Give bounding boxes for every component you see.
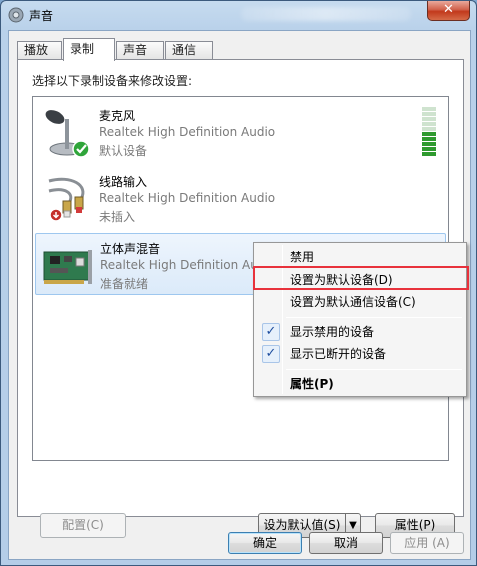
meter-segment [422,142,436,146]
menu-separator [286,317,462,318]
device-status: 未插入 [99,210,136,224]
meter-segment [422,137,436,141]
menu-item-properties[interactable]: 属性(P) [256,373,464,395]
device-name: 立体声混音 [100,242,161,256]
microphone-icon [45,110,90,158]
menu-item-set-default-communication-device[interactable]: 设置为默认通信设备(C) [256,291,464,313]
menu-item-disable[interactable]: 禁用 [256,246,464,268]
instruction-text: 选择以下录制设备来修改设置: [32,74,193,88]
menu-item-label: 禁用 [290,250,315,264]
tab-sounds[interactable]: 声音 [116,41,164,60]
meter-segment [422,132,436,136]
meter-segment [422,147,436,151]
meter-segment [422,152,436,156]
title-bar[interactable]: 声音 ✕ [1,1,476,29]
tab-recording[interactable]: 录制 [63,38,115,61]
checkmark-icon: ✓ [262,345,280,363]
tab-communications[interactable]: 通信 [165,41,213,60]
annotation-highlight-box [253,266,469,290]
level-meter [422,107,436,156]
blurred-title-region [241,7,411,21]
set-default-label: 设为默认值(S) [263,518,341,532]
ok-button[interactable]: 确定 [228,532,302,554]
tab-playback[interactable]: 播放 [17,41,62,60]
menu-item-label: 显示禁用的设备 [290,325,375,339]
device-item-microphone[interactable]: 麦克风 Realtek High Definition Audio 默认设备 [35,101,446,163]
sound-card-icon [43,250,92,284]
meter-segment [422,122,436,126]
meter-segment [422,117,436,121]
menu-item-show-disconnected-devices[interactable]: ✓ 显示已断开的设备 [256,343,464,365]
menu-item-label: 属性(P) [290,377,334,391]
cancel-button[interactable]: 取消 [309,532,383,554]
device-item-line-in[interactable]: 线路输入 Realtek High Definition Audio 未插入 [35,167,446,229]
line-in-cable-icon [48,177,85,222]
device-status: 准备就绪 [100,277,149,291]
meter-segment [422,107,436,111]
meter-segment [422,112,436,116]
speaker-icon [8,7,24,23]
close-button[interactable]: ✕ [427,1,470,21]
device-description: Realtek High Definition Audio [99,191,276,205]
configure-button[interactable]: 配置(C) [40,513,126,538]
device-description: Realtek High Definition Audio [100,258,277,272]
meter-segment [422,127,436,131]
window-title: 声音 [29,9,54,23]
checkmark-icon: ✓ [262,323,280,341]
apply-button[interactable]: 应用 (A) [390,532,464,554]
device-name: 线路输入 [99,175,148,189]
device-description: Realtek High Definition Audio [99,125,276,139]
menu-item-label: 设置为默认通信设备(C) [290,295,416,309]
menu-item-label: 显示已断开的设备 [290,347,387,361]
menu-separator [286,369,462,370]
menu-item-show-disabled-devices[interactable]: ✓ 显示禁用的设备 [256,321,464,343]
device-name: 麦克风 [99,109,136,123]
device-status: 默认设备 [99,144,148,158]
